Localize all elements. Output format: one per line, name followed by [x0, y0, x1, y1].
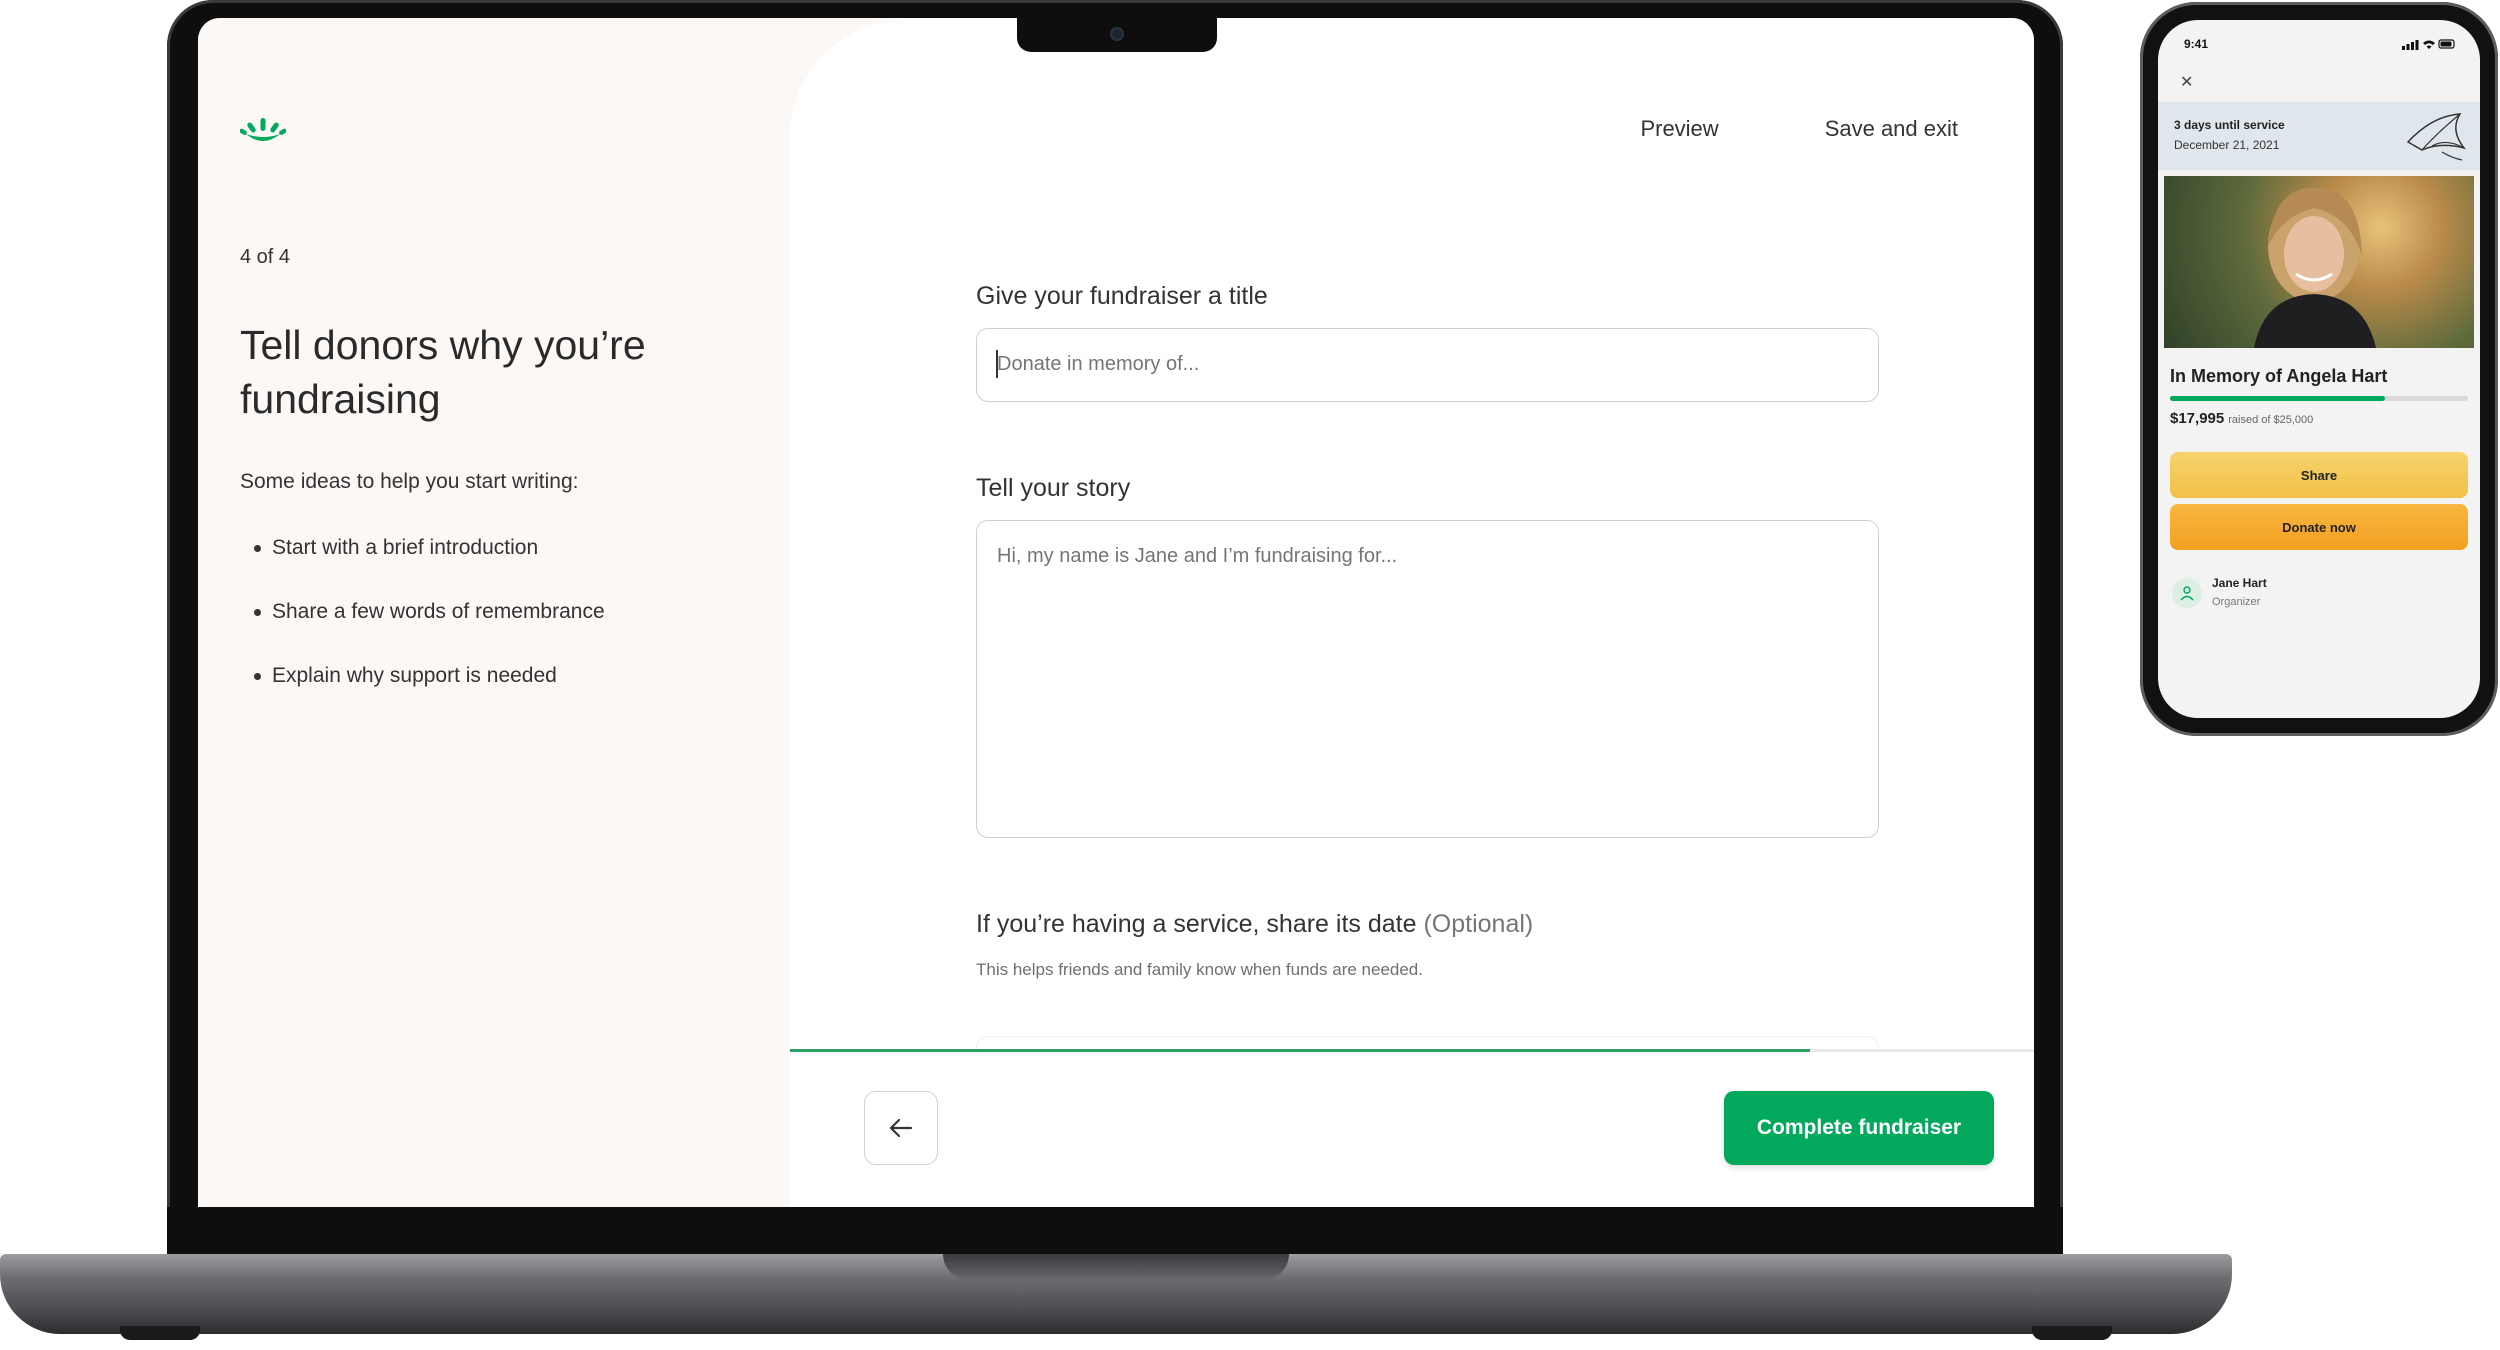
list-item: Explain why support is needed — [240, 661, 605, 725]
gofundme-logo-icon — [240, 118, 286, 141]
ideas-intro: Some ideas to help you start writing: — [240, 470, 579, 493]
service-date-label-text: If you’re having a service, share its da… — [976, 910, 1417, 938]
camera-icon — [1110, 27, 1124, 41]
service-banner: 3 days until service December 21, 2021 — [2158, 102, 2480, 170]
progress-track — [790, 1049, 2034, 1052]
status-icons — [2402, 39, 2455, 50]
donate-now-button[interactable]: Donate now — [2170, 504, 2468, 550]
list-item: Start with a brief introduction — [240, 533, 605, 597]
lily-flower-icon — [2406, 113, 2466, 161]
story-label: Tell your story — [976, 474, 1131, 502]
form-panel: Preview Save and exit Give your fundrais… — [790, 18, 2034, 1207]
raised-amount: $17,995 — [2170, 410, 2225, 427]
user-icon — [2180, 586, 2194, 601]
story-placeholder: Hi, my name is Jane and I’m fundraising … — [997, 545, 1398, 567]
guidance-panel: 4 of 4 Tell donors why you’re fundraisin… — [198, 18, 790, 1207]
step-indicator: 4 of 4 — [240, 246, 291, 268]
service-date-label: If you’re having a service, share its da… — [976, 910, 1533, 939]
banner-date: December 21, 2021 — [2174, 138, 2280, 152]
memorial-photo — [2164, 176, 2474, 348]
header-actions: Preview Save and exit — [1640, 116, 1958, 142]
laptop-screen: 4 of 4 Tell donors why you’re fundraisin… — [198, 18, 2034, 1207]
back-button[interactable] — [864, 1091, 938, 1165]
raised-summary: $17,995 raised of $25,000 — [2170, 410, 2313, 427]
organizer-avatar — [2172, 578, 2202, 608]
complete-fundraiser-button[interactable]: Complete fundraiser — [1724, 1091, 1994, 1165]
preview-link[interactable]: Preview — [1640, 116, 1718, 142]
organizer-name: Jane Hart — [2212, 576, 2267, 590]
list-item: Share a few words of remembrance — [240, 597, 605, 661]
share-button[interactable]: Share — [2170, 452, 2468, 498]
status-time: 9:41 — [2184, 37, 2209, 51]
laptop-foot — [2032, 1326, 2112, 1340]
phone-frame: 9:41 ✕ 3 days until service December 21,… — [2140, 2, 2498, 736]
fundraiser-progress — [2170, 396, 2468, 401]
title-label: Give your fundraiser a title — [976, 282, 1268, 310]
save-exit-link[interactable]: Save and exit — [1825, 116, 1958, 142]
banner-title: 3 days until service — [2174, 118, 2285, 132]
laptop-foot — [120, 1326, 200, 1340]
arrow-left-icon — [889, 1118, 913, 1138]
portrait-image — [2254, 187, 2376, 348]
service-date-help: This helps friends and family know when … — [976, 960, 1423, 979]
camera-notch — [1017, 18, 1217, 52]
ideas-list: Start with a brief introduction Share a … — [240, 533, 605, 725]
title-input[interactable]: Donate in memory of... — [976, 328, 1879, 402]
progress-fill — [790, 1049, 1811, 1052]
raised-goal: raised of $25,000 — [2228, 414, 2314, 426]
laptop-base-notch — [943, 1254, 1289, 1280]
organizer-role: Organizer — [2212, 596, 2261, 608]
page-title: Tell donors why you’re fundraising — [240, 322, 646, 422]
story-textarea[interactable]: Hi, my name is Jane and I’m fundraising … — [976, 520, 1879, 838]
fundraiser-progress-fill — [2170, 396, 2385, 401]
optional-tag: (Optional) — [1423, 910, 1534, 938]
fundraiser-title: In Memory of Angela Hart — [2170, 366, 2388, 386]
phone-screen: 9:41 ✕ 3 days until service December 21,… — [2158, 20, 2480, 718]
close-icon[interactable]: ✕ — [2180, 72, 2193, 92]
footer-bar: Complete fundraiser — [790, 1049, 2034, 1207]
title-placeholder: Donate in memory of... — [997, 353, 1200, 375]
